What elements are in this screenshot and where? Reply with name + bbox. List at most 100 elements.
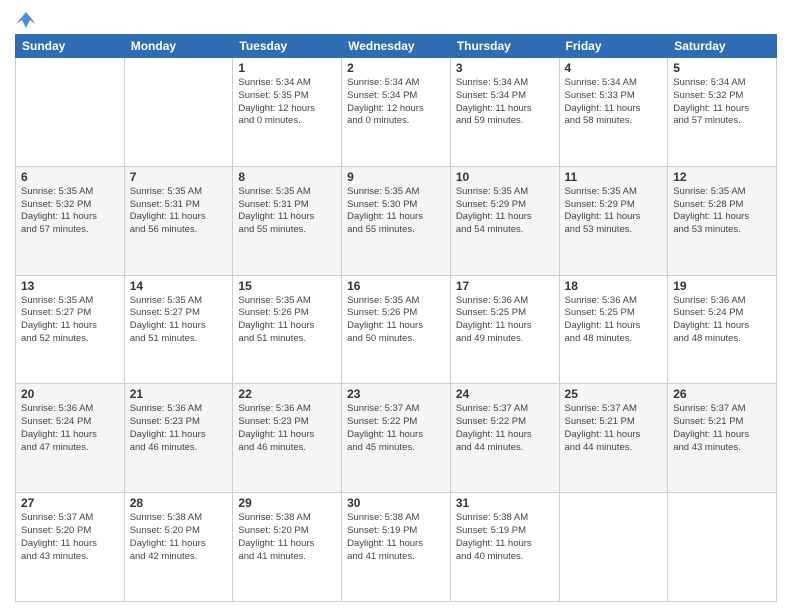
weekday-header-saturday: Saturday	[668, 35, 777, 58]
day-number: 21	[130, 387, 228, 401]
day-cell: 30 Sunrise: 5:38 AM Sunset: 5:19 PM Dayli…	[342, 493, 451, 602]
day-number: 9	[347, 170, 445, 184]
day-cell: 8 Sunrise: 5:35 AM Sunset: 5:31 PM Daylig…	[233, 166, 342, 275]
header-row: SundayMondayTuesdayWednesdayThursdayFrid…	[16, 35, 777, 58]
weekday-header-thursday: Thursday	[450, 35, 559, 58]
day-number: 25	[565, 387, 663, 401]
day-number: 5	[673, 61, 771, 75]
day-cell: 21 Sunrise: 5:36 AM Sunset: 5:23 PM Dayli…	[124, 384, 233, 493]
weekday-header-monday: Monday	[124, 35, 233, 58]
day-info: Sunrise: 5:35 AM Sunset: 5:27 PM Dayligh…	[21, 295, 119, 346]
weekday-header-friday: Friday	[559, 35, 668, 58]
day-cell: 15 Sunrise: 5:35 AM Sunset: 5:26 PM Dayli…	[233, 275, 342, 384]
day-info: Sunrise: 5:35 AM Sunset: 5:26 PM Dayligh…	[347, 295, 445, 346]
day-info: Sunrise: 5:38 AM Sunset: 5:19 PM Dayligh…	[456, 512, 554, 563]
day-number: 27	[21, 496, 119, 510]
logo	[15, 10, 37, 26]
day-cell: 9Sunrise: 5:35 AM Sunset: 5:30 PM Daylig…	[342, 166, 451, 275]
day-info: Sunrise: 5:38 AM Sunset: 5:20 PM Dayligh…	[238, 512, 336, 563]
day-cell: 22Sunrise: 5:36 AM Sunset: 5:23 PM Dayli…	[233, 384, 342, 493]
day-number: 18	[565, 279, 663, 293]
day-number: 2	[347, 61, 445, 75]
day-info: Sunrise: 5:37 AM Sunset: 5:21 PM Dayligh…	[673, 403, 771, 454]
day-info: Sunrise: 5:35 AM Sunset: 5:31 PM Dayligh…	[130, 186, 228, 237]
day-cell: 5 Sunrise: 5:34 AM Sunset: 5:32 PM Daylig…	[668, 58, 777, 167]
day-info: Sunrise: 5:36 AM Sunset: 5:25 PM Dayligh…	[565, 295, 663, 346]
day-number: 13	[21, 279, 119, 293]
day-info: Sunrise: 5:35 AM Sunset: 5:27 PM Dayligh…	[130, 295, 228, 346]
day-info: Sunrise: 5:35 AM Sunset: 5:31 PM Dayligh…	[238, 186, 336, 237]
day-info: Sunrise: 5:38 AM Sunset: 5:19 PM Dayligh…	[347, 512, 445, 563]
day-cell: 16 Sunrise: 5:35 AM Sunset: 5:26 PM Dayli…	[342, 275, 451, 384]
day-cell: 7Sunrise: 5:35 AM Sunset: 5:31 PM Daylig…	[124, 166, 233, 275]
day-info: Sunrise: 5:37 AM Sunset: 5:20 PM Dayligh…	[21, 512, 119, 563]
weekday-header-wednesday: Wednesday	[342, 35, 451, 58]
day-number: 29	[238, 496, 336, 510]
day-info: Sunrise: 5:36 AM Sunset: 5:24 PM Dayligh…	[673, 295, 771, 346]
day-cell: 13 Sunrise: 5:35 AM Sunset: 5:27 PM Dayli…	[16, 275, 125, 384]
day-cell: 14Sunrise: 5:35 AM Sunset: 5:27 PM Dayli…	[124, 275, 233, 384]
day-info: Sunrise: 5:36 AM Sunset: 5:23 PM Dayligh…	[130, 403, 228, 454]
day-info: Sunrise: 5:35 AM Sunset: 5:29 PM Dayligh…	[456, 186, 554, 237]
weekday-header-tuesday: Tuesday	[233, 35, 342, 58]
week-row-1: 1Sunrise: 5:34 AM Sunset: 5:35 PM Daylig…	[16, 58, 777, 167]
weekday-header-sunday: Sunday	[16, 35, 125, 58]
day-info: Sunrise: 5:35 AM Sunset: 5:29 PM Dayligh…	[565, 186, 663, 237]
day-info: Sunrise: 5:35 AM Sunset: 5:26 PM Dayligh…	[238, 295, 336, 346]
day-number: 20	[21, 387, 119, 401]
day-cell: 10Sunrise: 5:35 AM Sunset: 5:29 PM Dayli…	[450, 166, 559, 275]
day-info: Sunrise: 5:36 AM Sunset: 5:24 PM Dayligh…	[21, 403, 119, 454]
day-cell: 25 Sunrise: 5:37 AM Sunset: 5:21 PM Dayli…	[559, 384, 668, 493]
day-number: 24	[456, 387, 554, 401]
week-row-4: 20 Sunrise: 5:36 AM Sunset: 5:24 PM Dayli…	[16, 384, 777, 493]
day-number: 28	[130, 496, 228, 510]
header	[15, 10, 777, 26]
day-info: Sunrise: 5:35 AM Sunset: 5:32 PM Dayligh…	[21, 186, 119, 237]
day-number: 19	[673, 279, 771, 293]
day-number: 22	[238, 387, 336, 401]
day-cell: 24 Sunrise: 5:37 AM Sunset: 5:22 PM Dayli…	[450, 384, 559, 493]
day-cell: 11 Sunrise: 5:35 AM Sunset: 5:29 PM Dayli…	[559, 166, 668, 275]
day-cell	[124, 58, 233, 167]
day-cell: 23Sunrise: 5:37 AM Sunset: 5:22 PM Dayli…	[342, 384, 451, 493]
page: SundayMondayTuesdayWednesdayThursdayFrid…	[0, 0, 792, 612]
day-info: Sunrise: 5:34 AM Sunset: 5:34 PM Dayligh…	[456, 77, 554, 128]
day-cell: 29 Sunrise: 5:38 AM Sunset: 5:20 PM Dayli…	[233, 493, 342, 602]
day-number: 8	[238, 170, 336, 184]
day-info: Sunrise: 5:34 AM Sunset: 5:33 PM Dayligh…	[565, 77, 663, 128]
week-row-5: 27 Sunrise: 5:37 AM Sunset: 5:20 PM Dayli…	[16, 493, 777, 602]
day-info: Sunrise: 5:35 AM Sunset: 5:28 PM Dayligh…	[673, 186, 771, 237]
day-info: Sunrise: 5:36 AM Sunset: 5:25 PM Dayligh…	[456, 295, 554, 346]
day-number: 11	[565, 170, 663, 184]
day-number: 3	[456, 61, 554, 75]
day-cell	[559, 493, 668, 602]
day-info: Sunrise: 5:34 AM Sunset: 5:34 PM Dayligh…	[347, 77, 445, 128]
day-cell: 28 Sunrise: 5:38 AM Sunset: 5:20 PM Dayli…	[124, 493, 233, 602]
day-cell	[16, 58, 125, 167]
day-cell: 26 Sunrise: 5:37 AM Sunset: 5:21 PM Dayli…	[668, 384, 777, 493]
day-cell: 3 Sunrise: 5:34 AM Sunset: 5:34 PM Daylig…	[450, 58, 559, 167]
day-number: 26	[673, 387, 771, 401]
day-info: Sunrise: 5:38 AM Sunset: 5:20 PM Dayligh…	[130, 512, 228, 563]
day-cell	[668, 493, 777, 602]
week-row-3: 13 Sunrise: 5:35 AM Sunset: 5:27 PM Dayli…	[16, 275, 777, 384]
week-row-2: 6 Sunrise: 5:35 AM Sunset: 5:32 PM Daylig…	[16, 166, 777, 275]
day-info: Sunrise: 5:34 AM Sunset: 5:32 PM Dayligh…	[673, 77, 771, 128]
calendar-table: SundayMondayTuesdayWednesdayThursdayFrid…	[15, 34, 777, 602]
day-number: 1	[238, 61, 336, 75]
day-cell: 20 Sunrise: 5:36 AM Sunset: 5:24 PM Dayli…	[16, 384, 125, 493]
day-info: Sunrise: 5:37 AM Sunset: 5:21 PM Dayligh…	[565, 403, 663, 454]
day-number: 15	[238, 279, 336, 293]
day-cell: 2 Sunrise: 5:34 AM Sunset: 5:34 PM Daylig…	[342, 58, 451, 167]
day-number: 4	[565, 61, 663, 75]
day-number: 16	[347, 279, 445, 293]
day-number: 6	[21, 170, 119, 184]
day-cell: 6 Sunrise: 5:35 AM Sunset: 5:32 PM Daylig…	[16, 166, 125, 275]
day-cell: 31Sunrise: 5:38 AM Sunset: 5:19 PM Dayli…	[450, 493, 559, 602]
day-info: Sunrise: 5:37 AM Sunset: 5:22 PM Dayligh…	[456, 403, 554, 454]
day-number: 30	[347, 496, 445, 510]
day-number: 17	[456, 279, 554, 293]
day-cell: 19 Sunrise: 5:36 AM Sunset: 5:24 PM Dayli…	[668, 275, 777, 384]
day-cell: 27 Sunrise: 5:37 AM Sunset: 5:20 PM Dayli…	[16, 493, 125, 602]
day-info: Sunrise: 5:37 AM Sunset: 5:22 PM Dayligh…	[347, 403, 445, 454]
